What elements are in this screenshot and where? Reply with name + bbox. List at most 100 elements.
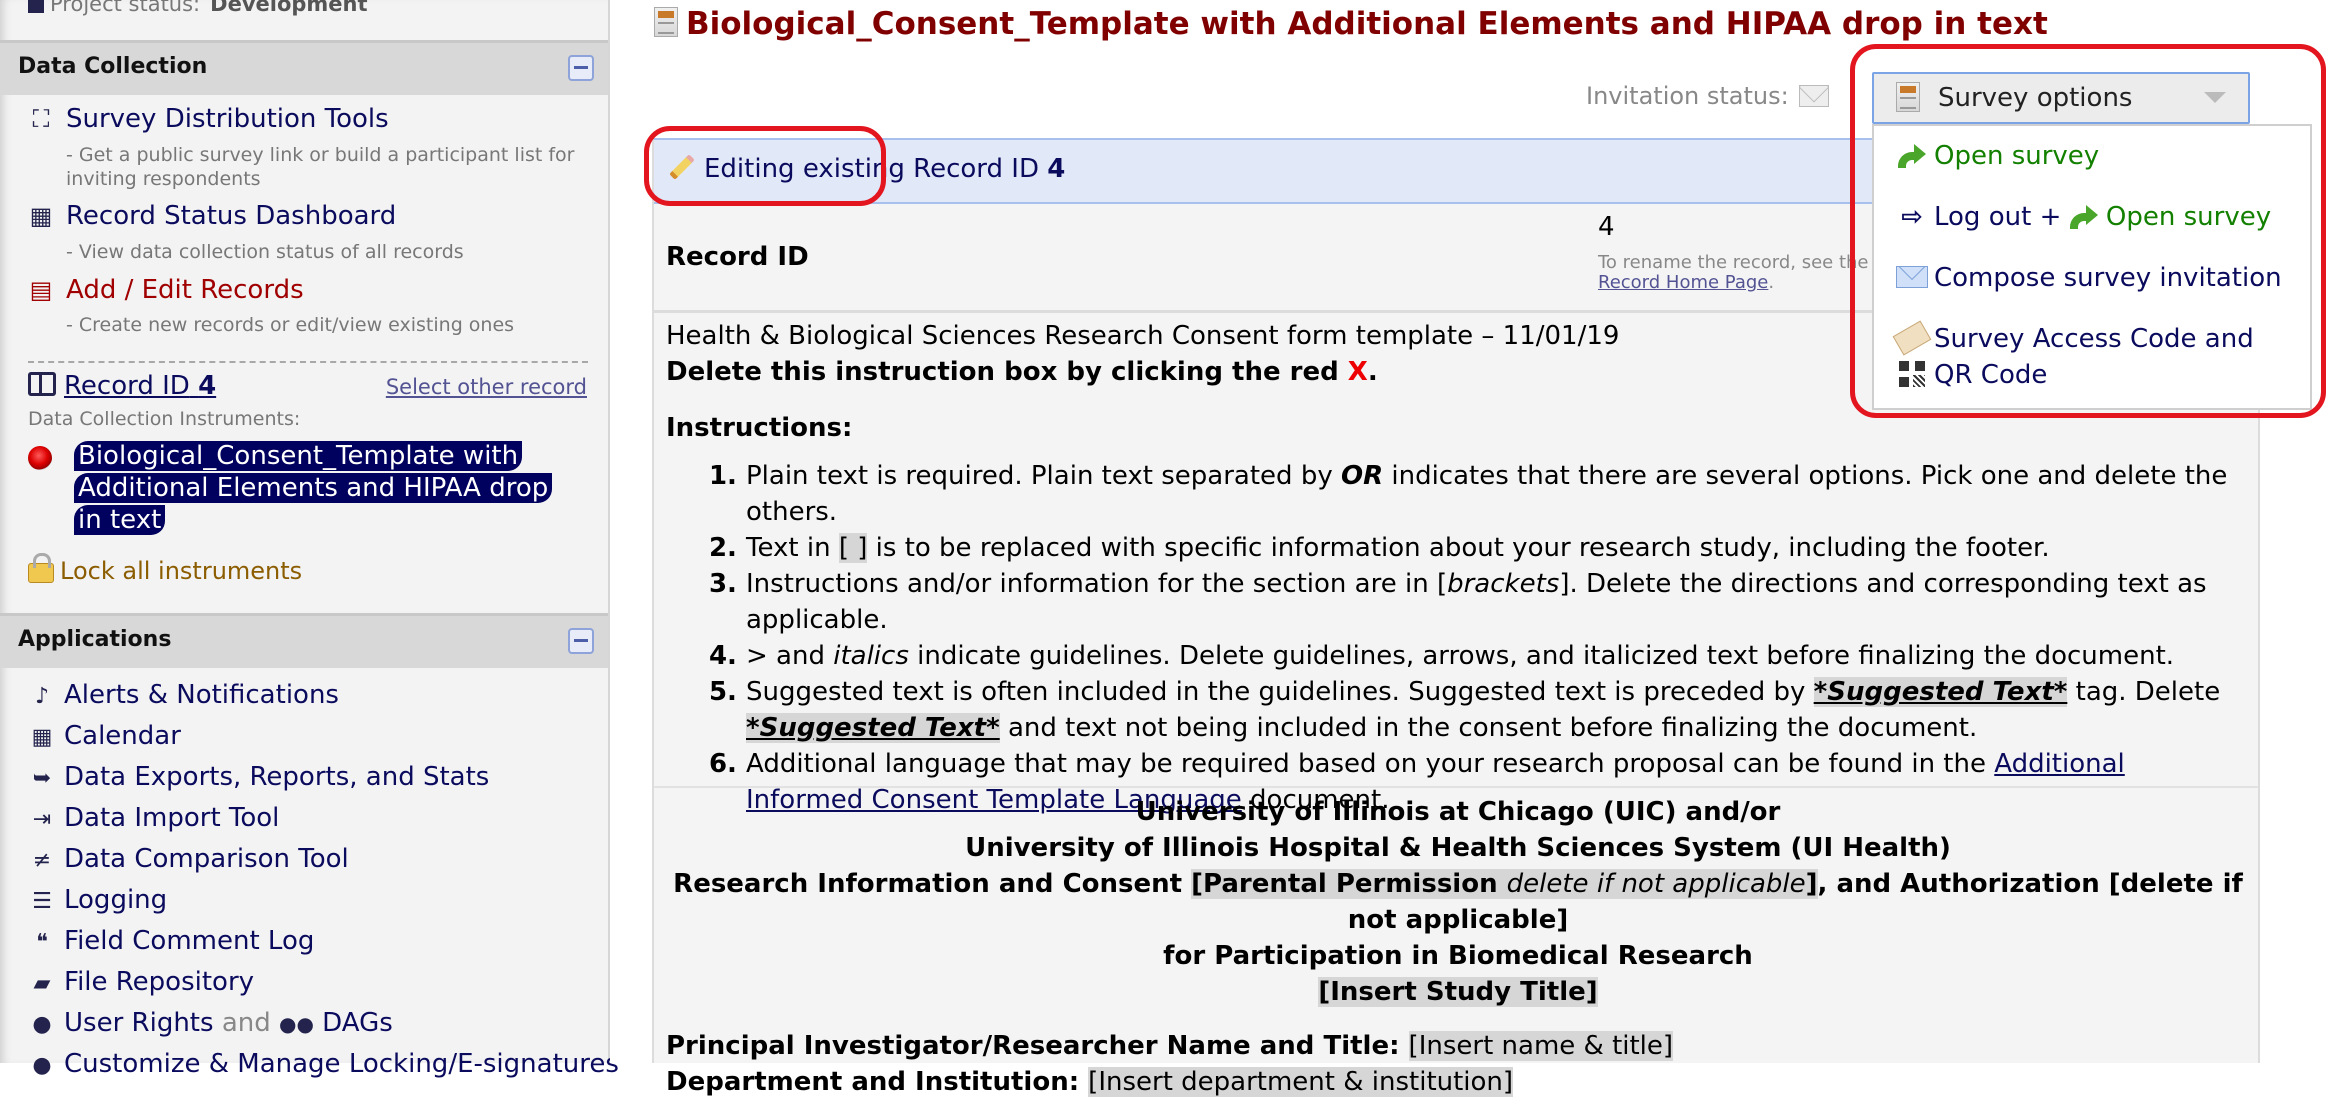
instruction-item: Plain text is required. Plain text separ… <box>746 458 2246 530</box>
pi-placeholder: [Insert name & title] <box>1408 1031 1674 1061</box>
menu-logout-open-survey[interactable]: ⇨ Log out + Open survey <box>1896 199 2271 235</box>
nav-field-comment-log[interactable]: ❝ Field Comment Log <box>24 926 314 956</box>
nav-data-comparison-tool[interactable]: ≠ Data Comparison Tool <box>24 844 349 874</box>
survey-options-button[interactable]: Survey options <box>1872 72 2250 124</box>
instruction-item: Text in [ ] is to be replaced with speci… <box>746 530 2246 566</box>
nav-calendar[interactable]: ▦ Calendar <box>24 721 181 751</box>
nav-logging[interactable]: ☰ Logging <box>24 885 167 915</box>
file-import-icon: ⇥ <box>32 807 52 832</box>
survey-options-label: Survey options <box>1938 83 2133 113</box>
hint-end: . <box>1768 272 1775 293</box>
text: Suggested text is often included in the … <box>746 677 1814 707</box>
nav-label: Data Comparison Tool <box>64 844 349 874</box>
text: Additional language that may be required… <box>746 749 1995 779</box>
file-icon: ▤ <box>29 276 53 304</box>
nav-file-repository[interactable]: ▰ File Repository <box>24 967 255 997</box>
green-arrow-icon <box>2069 205 2098 229</box>
suggested-tag: *Suggested Text* <box>1813 677 2068 707</box>
data-collection-header: Data Collection <box>0 40 608 95</box>
menu-survey-access-code[interactable]: Survey Access Code and QR Code <box>1892 320 2254 393</box>
instrument-link[interactable]: Biological_Consent_Template with Additio… <box>74 441 553 535</box>
lock-all-instruments-link[interactable]: Lock all instruments <box>28 553 302 585</box>
consent-heading-line: University of Illinois at Chicago (UIC) … <box>1135 797 1781 827</box>
menu-compose-invitation[interactable]: Compose survey invitation <box>1896 260 2282 296</box>
nav-label: Data Import Tool <box>64 803 280 833</box>
collapse-applications-button[interactable] <box>568 628 594 654</box>
editing-text: Editing existing Record ID <box>704 154 1039 184</box>
folder-open-icon: ▰ <box>33 971 51 996</box>
text: Text in <box>746 533 839 563</box>
user-lock-icon: ● <box>32 1053 52 1078</box>
menu-label: QR Code <box>1934 360 2048 390</box>
text: and text not being included in the conse… <box>999 713 1978 743</box>
qr-code-icon <box>1899 361 1925 387</box>
users-icon: ●● <box>279 1012 314 1036</box>
user-icon: ● <box>32 1012 52 1037</box>
nav-add-edit-records[interactable]: ▤ Add / Edit Records <box>24 275 304 305</box>
incomplete-status-icon <box>28 446 52 470</box>
nav-customize-locking[interactable]: ● Customize & Manage Locking/E-signatures <box>24 1049 619 1079</box>
status-icon <box>28 0 44 13</box>
record-id-link[interactable]: Record ID 4 <box>28 371 216 401</box>
menu-open-survey[interactable]: Open survey <box>1896 138 2099 174</box>
comments-icon: ❝ <box>36 930 48 955</box>
chevron-down-icon <box>2204 92 2226 103</box>
section-title: Data Collection <box>18 54 208 79</box>
applications-header: Applications <box>0 613 608 668</box>
survey-distribution-icon: ⛶ <box>32 105 50 133</box>
dags-link[interactable]: DAGs <box>322 1008 393 1038</box>
dept-line: Department and Institution: [Insert depa… <box>666 1064 2250 1100</box>
record-home-page-link[interactable]: Record Home Page <box>1598 272 1768 293</box>
envelope-icon[interactable] <box>1798 85 1829 107</box>
text: delete if not applicable <box>1506 869 1806 899</box>
divider <box>28 361 588 363</box>
user-rights-link[interactable]: User Rights <box>64 1008 214 1038</box>
project-status-value: Development <box>210 0 368 16</box>
record-id-label: Record ID <box>666 242 809 272</box>
consent-heading-line: University of Illinois Hospital & Health… <box>965 833 1951 863</box>
instruction-item: > and italics indicate guidelines. Delet… <box>746 638 2246 674</box>
menu-label: Open survey <box>1934 141 2100 171</box>
menu-label: Compose survey invitation <box>1934 263 2282 293</box>
text: italics <box>833 641 909 671</box>
nav-data-exports[interactable]: ➥ Data Exports, Reports, and Stats <box>24 762 490 792</box>
consent-header: University of Illinois at Chicago (UIC) … <box>666 794 2250 1100</box>
record-label: Record ID <box>64 371 190 401</box>
survey-icon <box>1896 82 1920 112</box>
main-content: Biological_Consent_Template with Additio… <box>610 0 2338 1097</box>
file-export-icon: ➥ <box>32 766 52 791</box>
text: Instructions and/or information for the … <box>746 569 1448 599</box>
consent-heading-line: Research Information and Consent [Parent… <box>666 866 2250 938</box>
project-status-label: Project status: <box>50 0 201 16</box>
text: is to be replaced with specific informat… <box>867 533 2050 563</box>
invitation-status: Invitation status: <box>1586 82 1829 110</box>
instruments-label: Data Collection Instruments: <box>28 408 301 430</box>
envelope-icon <box>1896 266 1928 288</box>
nav-record-status-dashboard[interactable]: ▦ Record Status Dashboard <box>24 201 397 231</box>
nav-label: Alerts & Notifications <box>64 680 339 710</box>
nav-alerts-notifications[interactable]: ♪ Alerts & Notifications <box>24 680 339 710</box>
nav-survey-distribution-tools[interactable]: ⛶ Survey Distribution Tools <box>24 104 389 134</box>
form-title: Biological_Consent_Template with Additio… <box>654 6 2048 42</box>
not-equal-icon: ≠ <box>32 848 52 873</box>
nav-data-import-tool[interactable]: ⇥ Data Import Tool <box>24 803 280 833</box>
section-title: Applications <box>18 627 172 652</box>
calendar-icon: ▦ <box>31 725 53 750</box>
text: Plain text is required. Plain text separ… <box>746 461 1341 491</box>
text: indicate guidelines. Delete guidelines, … <box>908 641 2175 671</box>
nav-label: Data Exports, Reports, and Stats <box>64 762 490 792</box>
editing-record-id: 4 <box>1047 154 1066 184</box>
text: brackets <box>1447 569 1560 599</box>
text: Research Information and Consent <box>673 869 1192 899</box>
text: ] <box>1805 869 1818 899</box>
nav-description: - View data collection status of all rec… <box>66 241 464 263</box>
text: [ ] <box>838 533 868 563</box>
nav-description: - Create new records or edit/view existi… <box>66 314 515 336</box>
nav-label: Calendar <box>64 721 181 751</box>
record-id-value: 4 <box>1598 212 1615 242</box>
select-other-record-link[interactable]: Select other record <box>386 375 587 399</box>
pi-line: Principal Investigator/Researcher Name a… <box>666 1028 2250 1064</box>
nav-description: - Get a public survey link or build a pa… <box>66 144 575 190</box>
collapse-data-collection-button[interactable] <box>568 55 594 81</box>
menu-label: Survey Access Code and <box>1934 324 2254 354</box>
